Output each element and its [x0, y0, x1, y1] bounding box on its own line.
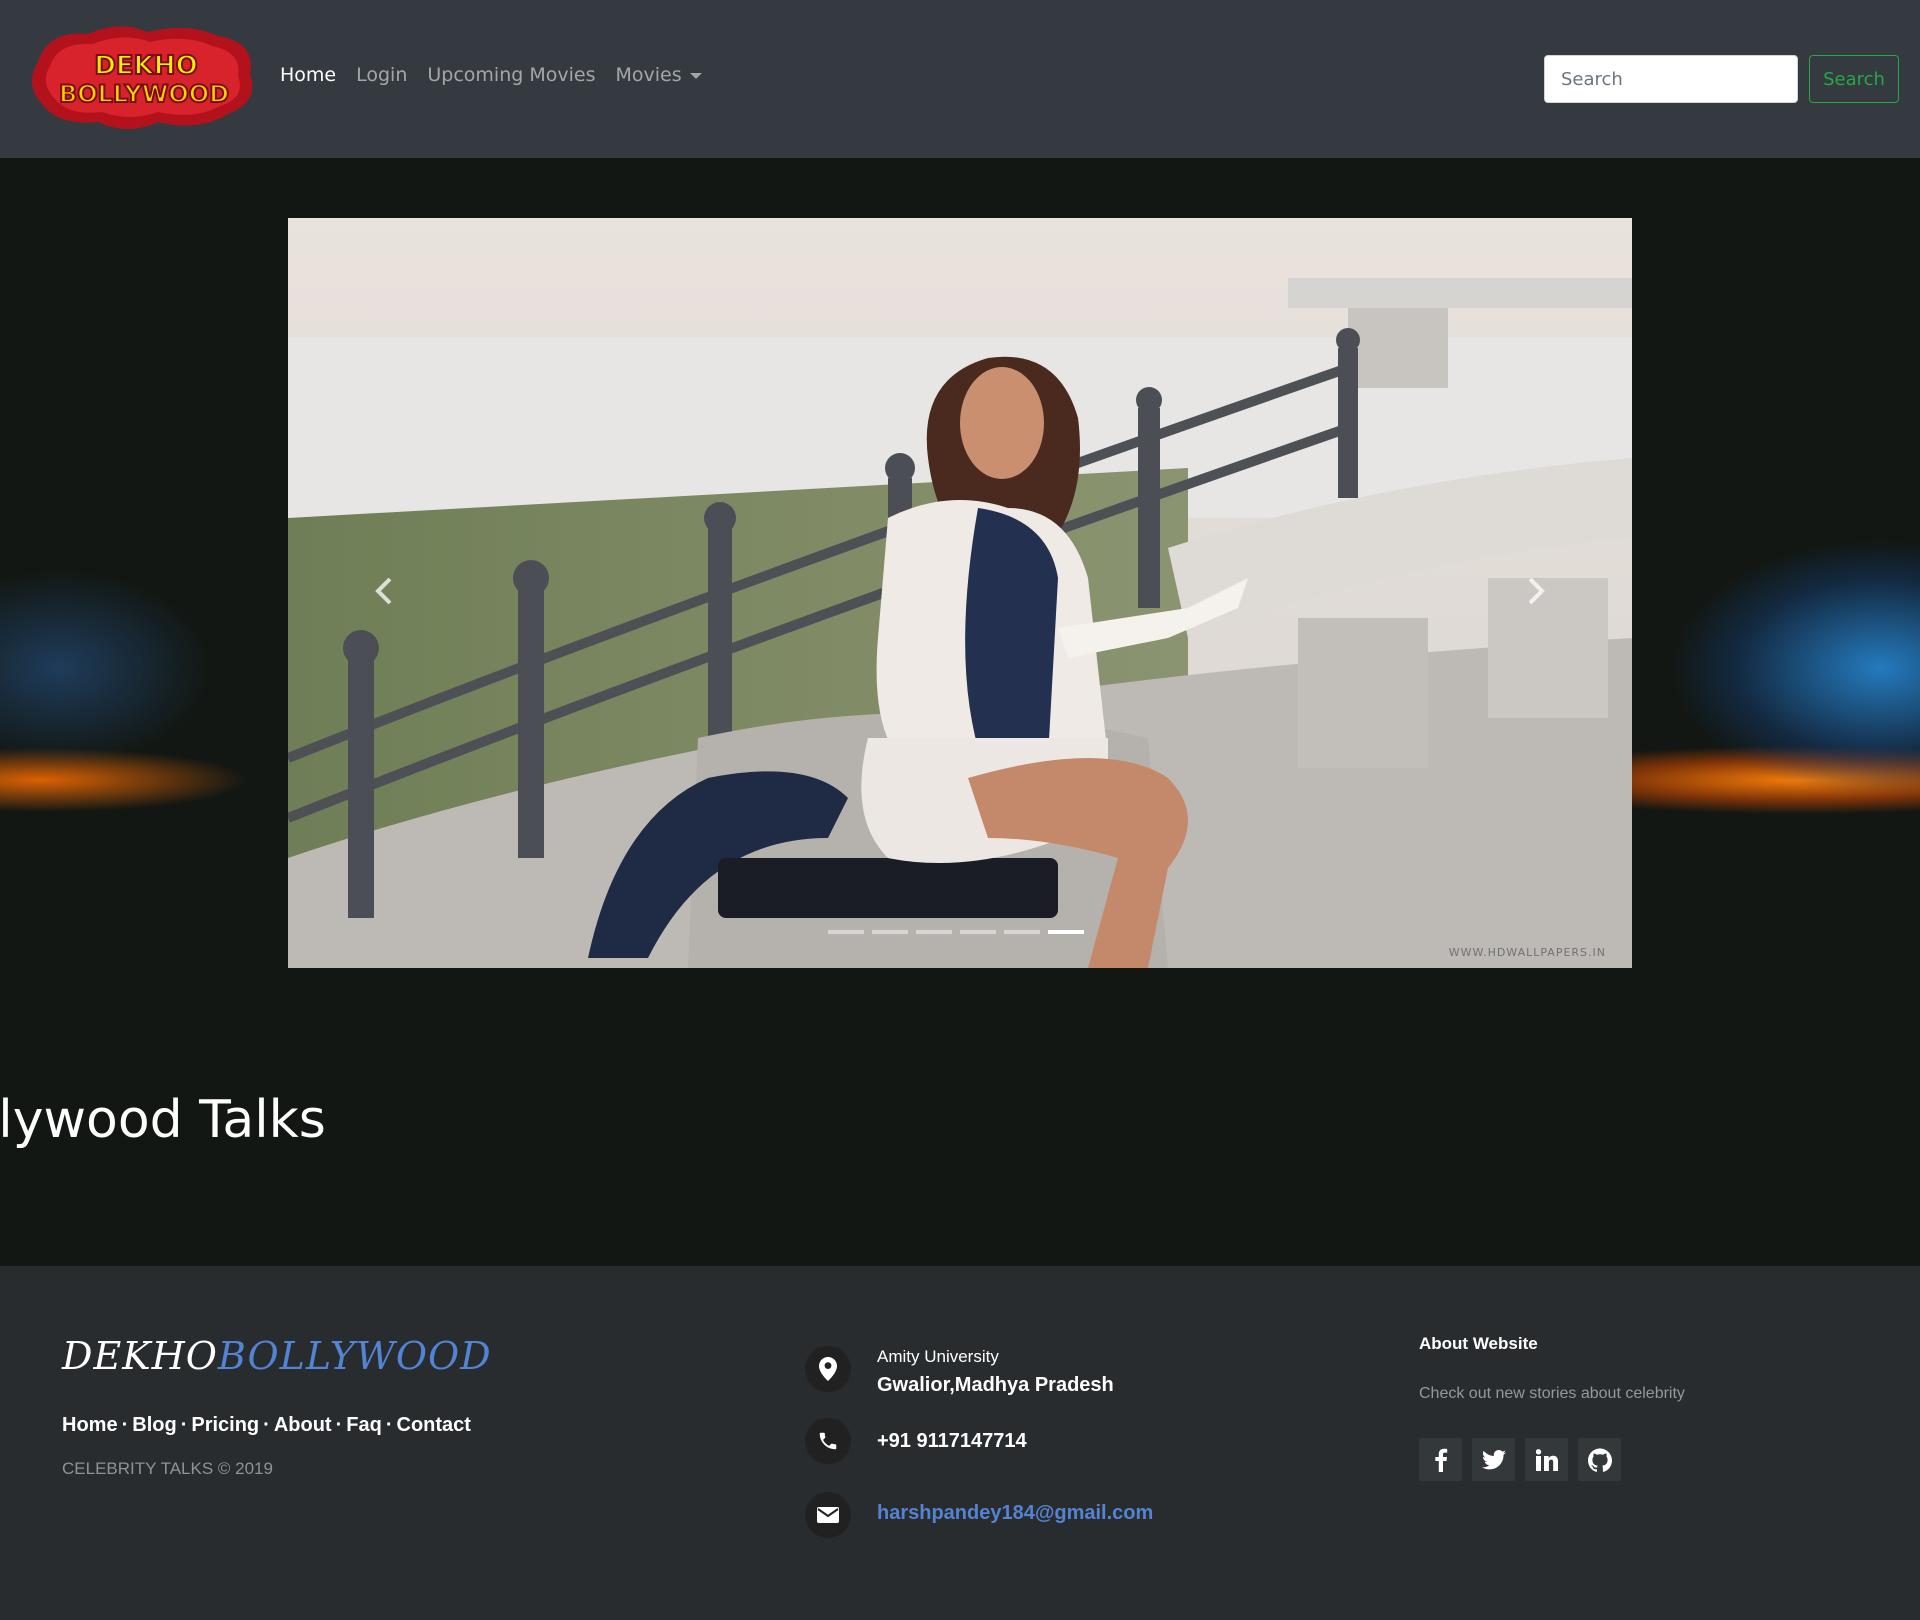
footer: DEKHOBOLLYWOOD Home · Blog · Pricing · About · F… — [0, 1266, 1920, 1620]
footer-link-contact[interactable]: Contact — [397, 1414, 471, 1436]
separator: · — [263, 1414, 270, 1436]
hero-section: WWW.HDWALLPAPERS.IN ollywood Talks — [0, 158, 1920, 1266]
footer-link-about[interactable]: About — [274, 1414, 332, 1436]
chevron-left-icon — [375, 577, 392, 605]
facebook-link[interactable] — [1419, 1438, 1462, 1481]
brand-part-2: BOLLYWOOD — [217, 1334, 492, 1378]
twitter-icon — [1481, 1449, 1506, 1469]
nav-login[interactable]: Login — [356, 64, 407, 86]
search-input[interactable] — [1544, 55, 1798, 103]
svg-text:DEKHO: DEKHO — [94, 51, 197, 81]
image-carousel[interactable]: WWW.HDWALLPAPERS.IN — [288, 218, 1632, 968]
search-button[interactable]: Search — [1809, 55, 1899, 103]
about-text: Check out new stories about celebrity — [1419, 1385, 1685, 1402]
about-title: About Website — [1419, 1334, 1538, 1353]
footer-brand: DEKHOBOLLYWOOD — [62, 1334, 492, 1378]
carousel-indicator[interactable] — [828, 930, 864, 934]
linkedin-link[interactable] — [1525, 1438, 1568, 1481]
separator: · — [335, 1414, 343, 1436]
chevron-right-icon — [1528, 577, 1545, 605]
nav-movies-dropdown[interactable]: Movies — [615, 64, 702, 86]
phone-icon — [805, 1418, 851, 1464]
watermark: WWW.HDWALLPAPERS.IN — [1449, 946, 1606, 959]
github-link[interactable] — [1578, 1438, 1621, 1481]
carousel-indicator[interactable] — [916, 930, 952, 934]
footer-link-blog[interactable]: Blog — [132, 1414, 176, 1436]
carousel-indicator[interactable] — [960, 930, 996, 934]
copyright: CELEBRITY TALKS © 2019 — [62, 1459, 273, 1478]
nav-upcoming-movies[interactable]: Upcoming Movies — [427, 64, 595, 86]
carousel-slide-image: WWW.HDWALLPAPERS.IN — [288, 218, 1632, 968]
location-icon — [805, 1346, 851, 1392]
footer-link-pricing[interactable]: Pricing — [191, 1414, 259, 1436]
footer-link-faq[interactable]: Faq — [346, 1414, 382, 1436]
nav-home[interactable]: Home — [280, 64, 336, 86]
address-line-2: Gwalior,Madhya Pradesh — [877, 1374, 1114, 1396]
facebook-icon — [1434, 1448, 1447, 1472]
linkedin-icon — [1535, 1448, 1558, 1471]
brand-part-1: DEKHO — [62, 1334, 218, 1378]
social-links — [1419, 1438, 1621, 1481]
github-icon — [1587, 1448, 1612, 1472]
carousel-next-button[interactable] — [1516, 573, 1552, 609]
footer-links: Home · Blog · Pricing · About · Faq · Contact — [62, 1414, 471, 1437]
twitter-link[interactable] — [1472, 1438, 1515, 1481]
address-line-1: Amity University — [877, 1347, 999, 1366]
footer-link-home[interactable]: Home — [62, 1414, 118, 1436]
separator: · — [385, 1414, 393, 1436]
site-logo[interactable]: DEKHO BOLLYWOOD — [28, 22, 258, 134]
separator: · — [180, 1414, 188, 1436]
hero-title: ollywood Talks — [0, 1090, 326, 1150]
phone-number: +91 9117147714 — [877, 1430, 1027, 1452]
nav-movies-label: Movies — [615, 64, 682, 86]
svg-text:BOLLYWOOD: BOLLYWOOD — [59, 80, 229, 108]
navbar: DEKHO BOLLYWOOD Home Login Upcoming Movi… — [0, 0, 1920, 158]
nav-links: Home Login Upcoming Movies Movies — [280, 64, 702, 86]
envelope-icon — [805, 1492, 851, 1538]
carousel-prev-button[interactable] — [368, 573, 404, 609]
caret-down-icon — [689, 72, 702, 79]
separator: · — [121, 1414, 129, 1436]
carousel-indicator-active[interactable] — [1048, 930, 1084, 934]
carousel-indicator[interactable] — [1004, 930, 1040, 934]
email-link[interactable]: harshpandey184@gmail.com — [877, 1502, 1153, 1525]
carousel-indicators — [828, 930, 1084, 934]
carousel-indicator[interactable] — [872, 930, 908, 934]
